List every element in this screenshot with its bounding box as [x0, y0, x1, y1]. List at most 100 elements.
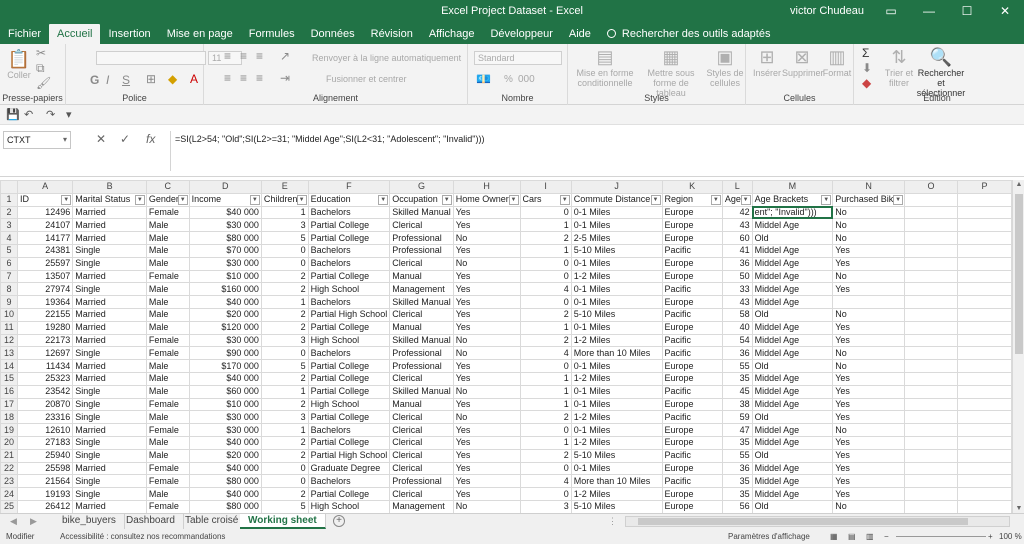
cell[interactable]: Middel Age — [751, 295, 834, 309]
zoom-slider[interactable] — [896, 536, 986, 537]
cell-styles-button[interactable]: ▣ Styles de cellules — [706, 46, 744, 88]
cell[interactable]: No — [452, 333, 521, 348]
cell[interactable]: No — [452, 410, 521, 425]
cell[interactable]: 1-2 Miles — [570, 410, 663, 425]
column-header[interactable]: P — [957, 180, 1012, 194]
filter-dropdown-icon[interactable]: ▼ — [177, 194, 188, 205]
filter-dropdown-icon[interactable]: ▼ — [821, 194, 832, 205]
cell[interactable]: $90 000 — [188, 346, 262, 361]
cell[interactable]: No — [832, 205, 906, 220]
cell[interactable]: 27974 — [16, 282, 74, 297]
cell[interactable]: Old — [751, 499, 834, 513]
underline-button[interactable]: S — [122, 73, 130, 87]
percent-button[interactable]: % — [504, 74, 513, 85]
cell[interactable]: 55 — [721, 359, 753, 373]
cell[interactable]: 1 — [519, 397, 572, 412]
cell[interactable]: Male — [145, 243, 190, 258]
find-select-button[interactable]: 🔍 Rechercher et sélectionner — [914, 46, 968, 98]
cell[interactable]: Professional — [389, 243, 454, 258]
row-header[interactable]: 23 — [0, 474, 18, 489]
cell[interactable]: Yes — [832, 410, 906, 425]
cell[interactable]: 60 — [721, 231, 753, 245]
cell[interactable]: 54 — [721, 333, 753, 348]
cell[interactable]: 3 — [260, 218, 309, 233]
cell[interactable] — [957, 256, 1012, 271]
cell[interactable]: $30 000 — [188, 256, 262, 271]
cell[interactable]: 0 — [519, 359, 572, 373]
cell[interactable]: Yes — [832, 474, 906, 489]
cell[interactable]: Middel Age — [751, 371, 834, 386]
cell[interactable]: 55 — [721, 448, 753, 463]
insert-function-button[interactable]: fx — [146, 132, 155, 146]
cell[interactable]: 0 — [519, 256, 572, 271]
cell[interactable]: Old — [751, 410, 834, 425]
cell[interactable]: High School — [307, 397, 391, 412]
row-header[interactable]: 15 — [0, 371, 18, 386]
cell[interactable]: Female — [145, 205, 190, 220]
row-header[interactable]: 25 — [0, 499, 18, 513]
cell[interactable] — [957, 346, 1012, 361]
cell[interactable]: 1 — [519, 243, 572, 258]
cell[interactable]: No — [452, 256, 521, 271]
page-break-icon[interactable]: ▥ — [866, 532, 874, 541]
close-icon[interactable]: ✕ — [986, 0, 1024, 22]
cell[interactable]: 24107 — [16, 218, 74, 233]
cell[interactable]: Middel Age — [751, 487, 834, 501]
cell[interactable]: Yes — [452, 461, 521, 476]
cell[interactable]: 42 — [721, 205, 753, 220]
cell[interactable]: Male — [145, 307, 190, 322]
sheet-table[interactable]: ABCDEFGHIJKLMNOP 1 ID ▼ Marital Status ▼ Gend… — [0, 180, 1012, 513]
spreadsheet-grid[interactable]: ABCDEFGHIJKLMNOP 1 ID ▼ Marital Status ▼ Gend… — [0, 180, 1012, 513]
cell[interactable]: 0 — [260, 474, 309, 489]
cell[interactable]: Middel Age — [751, 282, 834, 297]
cell[interactable] — [957, 282, 1012, 297]
cell[interactable]: Europe — [661, 359, 723, 373]
maximize-icon[interactable]: ☐ — [948, 0, 986, 22]
cell[interactable]: Partial College — [307, 487, 391, 501]
format-table-button[interactable]: ▦ Mettre sous forme de tableau — [638, 46, 704, 98]
horizontal-scroll-thumb[interactable] — [638, 518, 968, 525]
cell[interactable]: Single — [72, 346, 147, 361]
cell[interactable]: Skilled Manual — [389, 333, 454, 348]
cell[interactable]: Married — [72, 205, 147, 220]
cell[interactable]: High School — [307, 282, 391, 297]
cell[interactable]: Middel Age — [751, 333, 834, 348]
cell[interactable]: 22155 — [16, 307, 74, 322]
cell[interactable]: Middel Age — [751, 218, 834, 233]
cell[interactable]: Yes — [452, 243, 521, 258]
cell[interactable] — [904, 487, 959, 501]
cell[interactable]: Clerical — [389, 448, 454, 463]
cell[interactable]: Male — [145, 320, 190, 335]
cell[interactable]: 3 — [519, 499, 572, 513]
cell[interactable]: 36 — [721, 346, 753, 361]
cell[interactable]: Middel Age — [751, 320, 834, 335]
header-cell[interactable]: Purchased Bike ▼ — [832, 192, 906, 207]
tab-mise-en-page[interactable]: Mise en page — [159, 24, 241, 44]
cell[interactable] — [904, 499, 959, 513]
tab-affichage[interactable]: Affichage — [421, 24, 483, 44]
column-header[interactable]: A — [16, 180, 74, 194]
cell[interactable] — [904, 269, 959, 284]
cell[interactable]: $20 000 — [188, 307, 262, 322]
cell[interactable]: Female — [145, 333, 190, 348]
cell[interactable] — [957, 461, 1012, 476]
cell[interactable]: 47 — [721, 423, 753, 437]
cell[interactable]: Pacific — [661, 474, 723, 489]
cell[interactable]: Bachelors — [307, 346, 391, 361]
cell[interactable]: No — [832, 423, 906, 437]
cell[interactable]: Skilled Manual — [389, 295, 454, 309]
cell[interactable]: Single — [72, 397, 147, 412]
cell[interactable]: Pacific — [661, 243, 723, 258]
header-cell[interactable]: Income ▼ — [188, 192, 262, 207]
cell[interactable]: $80 000 — [188, 499, 262, 513]
row-header[interactable]: 19 — [0, 423, 18, 437]
cell[interactable] — [904, 410, 959, 425]
cell[interactable]: Yes — [452, 218, 521, 233]
row-header[interactable]: 17 — [0, 397, 18, 412]
cell[interactable]: 5 — [260, 231, 309, 245]
cell[interactable]: Partial High School — [307, 448, 391, 463]
cell[interactable]: 27183 — [16, 435, 74, 450]
cell[interactable]: Bachelors — [307, 474, 391, 489]
cell[interactable]: $30 000 — [188, 410, 262, 425]
cell[interactable]: 43 — [721, 295, 753, 309]
